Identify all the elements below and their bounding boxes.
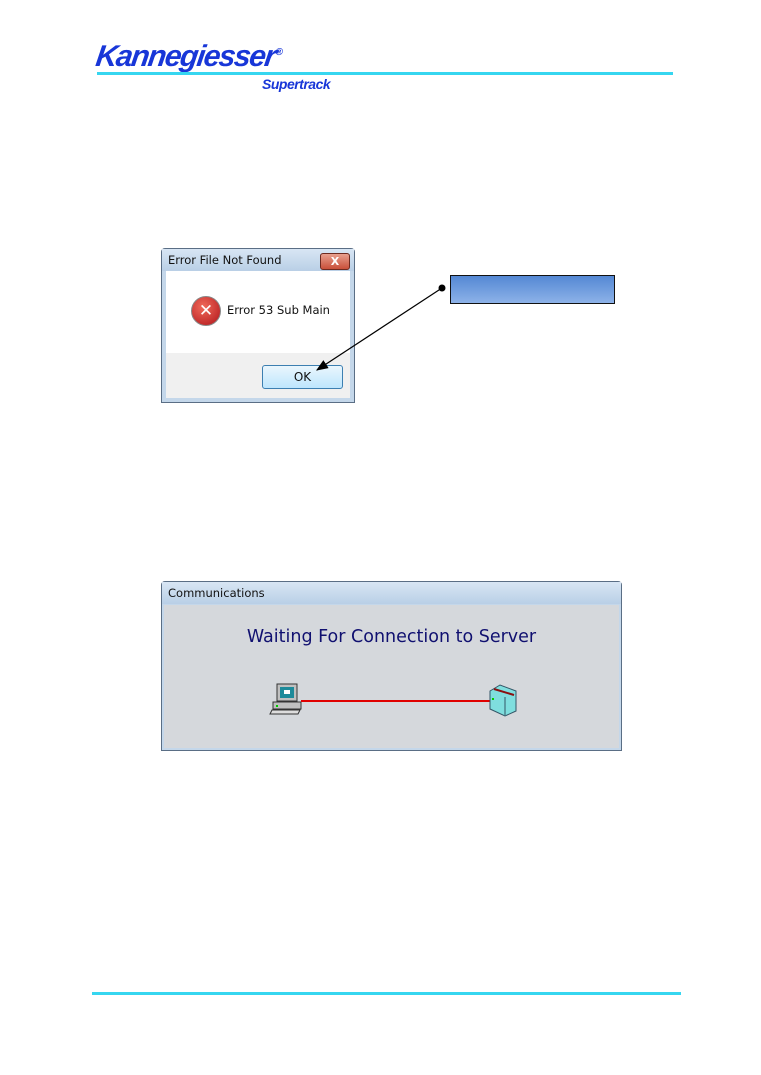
callout-arrow [315,284,446,371]
error-dialog: Error File Not Found X ✕ Error 53 Sub Ma… [161,248,355,403]
footer-rule [92,992,681,995]
communications-titlebar: Communications [162,582,621,604]
error-message: Error 53 Sub Main [227,303,330,317]
connection-diagram [269,683,517,717]
error-dialog-body: ✕ Error 53 Sub Main [166,271,350,353]
brand-logo: Kannegiesser® [94,40,283,74]
registered-mark: ® [274,47,283,58]
header-rule [97,72,673,75]
callout-box [450,275,615,304]
ok-button[interactable]: OK [262,365,343,389]
callout-dot [438,284,446,292]
error-dialog-footer: OK [166,353,350,398]
communications-title: Communications [168,586,265,600]
document-page: Kannegiesser® Supertrack Error File Not … [0,0,761,1075]
communications-window: Communications Waiting For Connection to… [161,581,622,751]
error-dialog-title: Error File Not Found [168,253,282,267]
close-button[interactable]: X [320,253,350,270]
brand-name: Kannegiesser [93,40,278,73]
communications-body: Waiting For Connection to Server [164,605,619,748]
computer-icon [269,683,302,715]
error-icon: ✕ [191,296,221,326]
product-name: Supertrack [262,76,331,92]
server-icon [489,684,517,717]
